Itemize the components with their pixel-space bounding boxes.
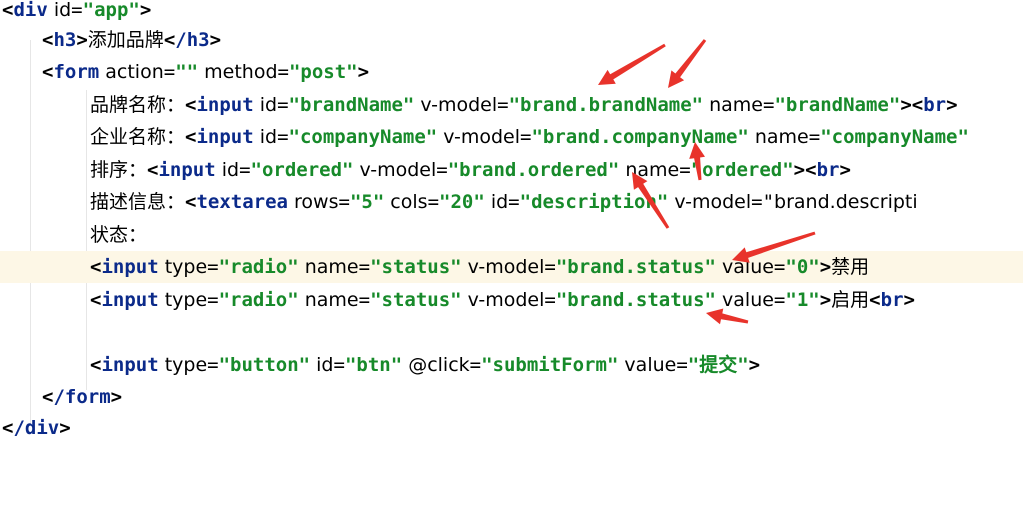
- annotation-arrow: [706, 308, 749, 325]
- annotation-arrow: [632, 172, 670, 229]
- annotation-arrow: [689, 142, 705, 181]
- annotation-arrow: [668, 39, 707, 88]
- annotation-arrow: [732, 231, 816, 263]
- annotation-arrows: [598, 39, 816, 325]
- annotation-arrow: [598, 43, 666, 85]
